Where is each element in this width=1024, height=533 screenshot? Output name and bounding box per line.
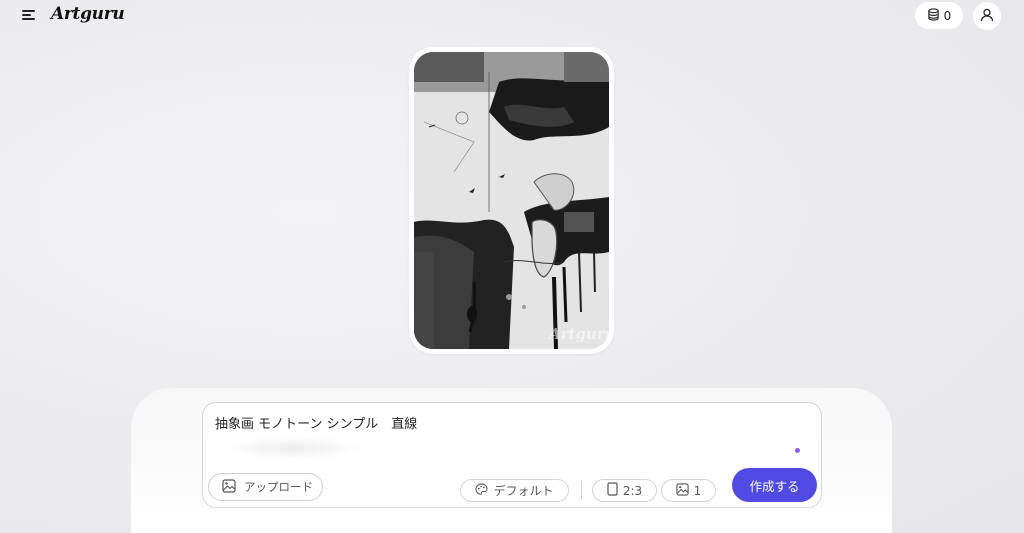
menu-icon[interactable]	[22, 8, 40, 22]
prompt-input[interactable]: 抽象画 モノトーン シンプル 直線	[215, 413, 417, 432]
palette-icon	[475, 482, 489, 499]
credits-button[interactable]: 0	[915, 2, 963, 29]
prompt-box[interactable]: 抽象画 モノトーン シンプル 直線 アップロード デフォルト 2:3 1 作成す…	[202, 402, 822, 508]
credits-count: 0	[943, 8, 952, 23]
count-label: 1	[693, 483, 702, 498]
generated-artwork-image[interactable]: Artguru	[414, 52, 609, 349]
status-dot	[795, 448, 800, 453]
upload-button[interactable]: アップロード	[208, 473, 323, 501]
user-icon	[980, 7, 994, 26]
portrait-frame-icon	[607, 482, 618, 499]
image-count-selector[interactable]: 1	[661, 479, 716, 502]
create-button[interactable]: 作成する	[732, 468, 817, 502]
app-logo[interactable]: Artguru	[51, 4, 125, 24]
artwork-watermark: Artguru	[549, 325, 609, 343]
aspect-ratio-selector[interactable]: 2:3	[592, 479, 657, 502]
style-label: デフォルト	[493, 484, 554, 498]
artwork-card[interactable]: Artguru	[409, 47, 614, 354]
prompt-blurred-text	[223, 437, 363, 459]
image-icon	[676, 482, 689, 499]
style-selector[interactable]: デフォルト	[460, 479, 569, 502]
toolbar-divider	[581, 481, 582, 499]
ratio-label: 2:3	[622, 483, 643, 498]
user-button[interactable]	[973, 2, 1001, 30]
image-icon	[222, 478, 236, 496]
upload-label: アップロード	[244, 480, 313, 494]
top-bar: Artguru 0	[0, 0, 1024, 30]
coins-stack-icon	[927, 7, 940, 24]
